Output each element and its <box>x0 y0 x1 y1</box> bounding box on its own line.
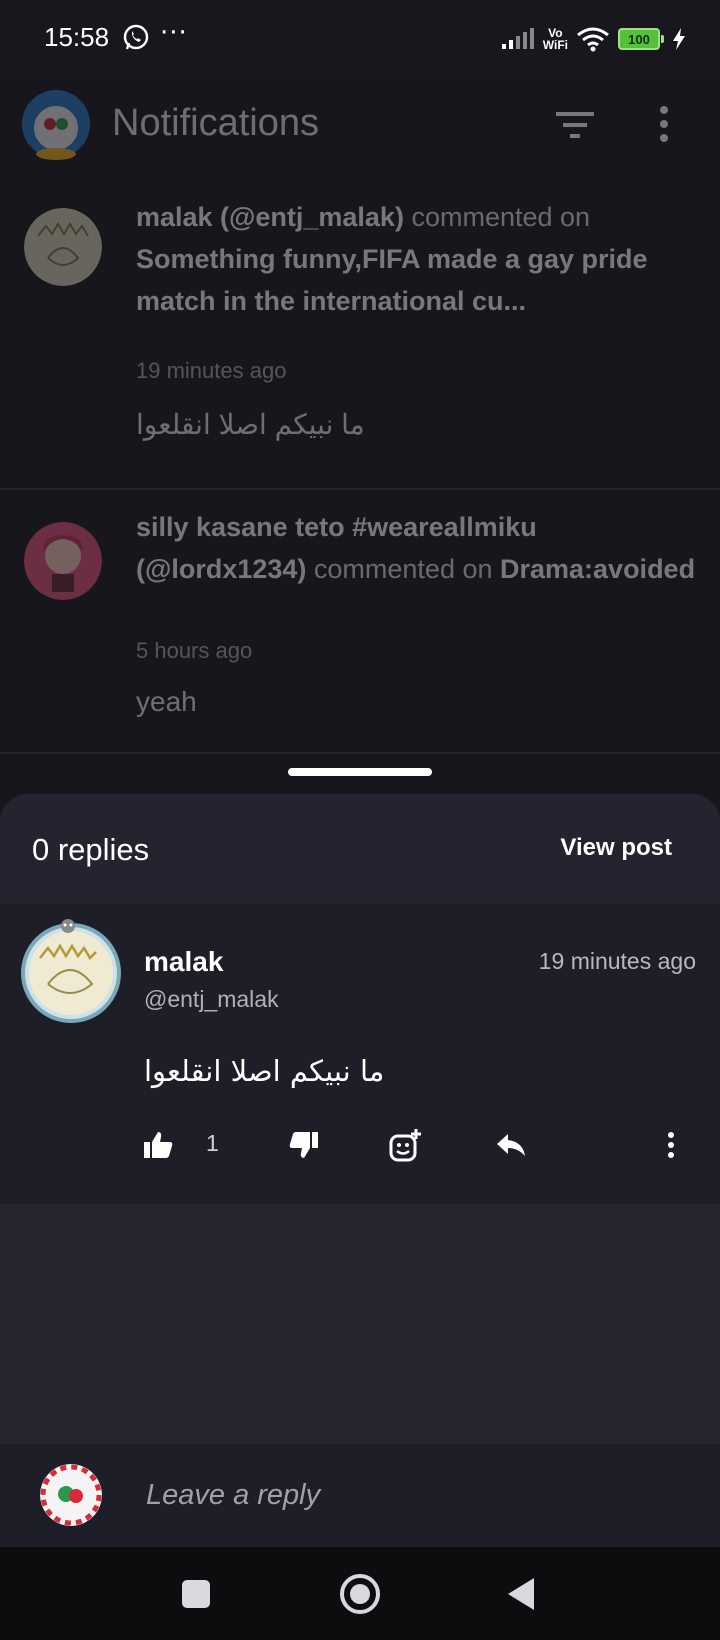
divider <box>0 752 720 754</box>
my-avatar <box>40 1464 102 1526</box>
comment-body: ما نبيكم اصلا انقلعوا <box>144 1054 385 1088</box>
page-title: Notifications <box>112 102 319 144</box>
notification-item[interactable]: silly kasane teto #weareallmiku (@lordx1… <box>0 490 720 760</box>
overflow-menu-icon[interactable] <box>656 104 672 144</box>
filter-icon[interactable] <box>556 108 596 142</box>
sheet-header: 0 replies View post <box>0 794 720 904</box>
recents-button-icon[interactable] <box>173 1571 219 1617</box>
comment-author-handle: @entj_malak <box>144 986 279 1012</box>
signal-icon <box>501 28 534 49</box>
notification-text: silly kasane teto #weareallmiku (@lordx1… <box>136 506 696 590</box>
thumbs-down-icon[interactable] <box>286 1128 320 1162</box>
notification-body: ما نبيكم اصلا انقلعوا <box>136 409 365 440</box>
more-notifications-icon: ··· <box>160 18 188 48</box>
notifications-page: Notifications malak (@entj_malak) commen… <box>0 80 720 800</box>
notification-action: commented on <box>306 554 500 584</box>
wifi-icon <box>577 27 609 52</box>
system-nav-bar <box>0 1547 720 1640</box>
reply-bar <box>0 1444 720 1547</box>
notification-post[interactable]: Something funny,FIFA made a gay pride ma… <box>136 244 648 316</box>
back-button-icon[interactable] <box>500 1571 546 1617</box>
vowifi-indicator: Vo WiFi <box>543 27 568 51</box>
profile-avatar[interactable] <box>20 88 92 162</box>
status-icons: Vo WiFi 100 <box>501 22 686 56</box>
battery-icon: 100 <box>618 28 664 50</box>
replies-count: 0 replies <box>32 832 150 867</box>
user-avatar <box>24 522 102 600</box>
whatsapp-icon <box>123 24 149 50</box>
status-time: 15:58 <box>44 22 110 52</box>
thumbs-up-icon[interactable] <box>142 1128 176 1162</box>
notification-user: malak (@entj_malak) <box>136 202 404 232</box>
notification-time: 5 hours ago <box>136 638 253 663</box>
app-bar: Notifications <box>0 80 720 176</box>
replies-sheet: 0 replies View post malak @entj_malak 19… <box>0 794 720 1547</box>
home-button-icon[interactable] <box>337 1571 383 1617</box>
wifi-label: WiFi <box>542 38 568 52</box>
comment-time: 19 minutes ago <box>538 948 696 974</box>
comment-card: malak @entj_malak 19 minutes ago ما نبيك… <box>0 904 720 1204</box>
user-avatar <box>24 208 102 286</box>
add-reaction-icon[interactable] <box>388 1128 422 1162</box>
comment-more-icon[interactable] <box>664 1128 678 1162</box>
notification-action: commented on <box>403 202 591 232</box>
notification-time: 19 minutes ago <box>136 358 287 383</box>
notification-body: yeah <box>136 686 197 717</box>
comment-avatar[interactable] <box>20 919 122 1024</box>
notification-post[interactable]: Drama:avoided <box>500 554 695 584</box>
battery-level: 100 <box>618 28 660 50</box>
sheet-drag-handle[interactable] <box>288 768 432 776</box>
charging-icon <box>673 28 685 50</box>
reply-icon[interactable] <box>494 1128 528 1162</box>
notification-item[interactable]: malak (@entj_malak) commented on Somethi… <box>0 176 720 468</box>
comment-actions: 1 <box>0 1114 720 1178</box>
reply-input[interactable] <box>144 1472 688 1518</box>
status-bar: 15:58 ··· Vo WiFi 100 <box>0 0 720 80</box>
notification-text: malak (@entj_malak) commented on Somethi… <box>136 196 696 322</box>
like-count: 1 <box>206 1130 219 1156</box>
comment-author-name[interactable]: malak <box>144 946 223 978</box>
view-post-button[interactable]: View post <box>560 834 672 862</box>
